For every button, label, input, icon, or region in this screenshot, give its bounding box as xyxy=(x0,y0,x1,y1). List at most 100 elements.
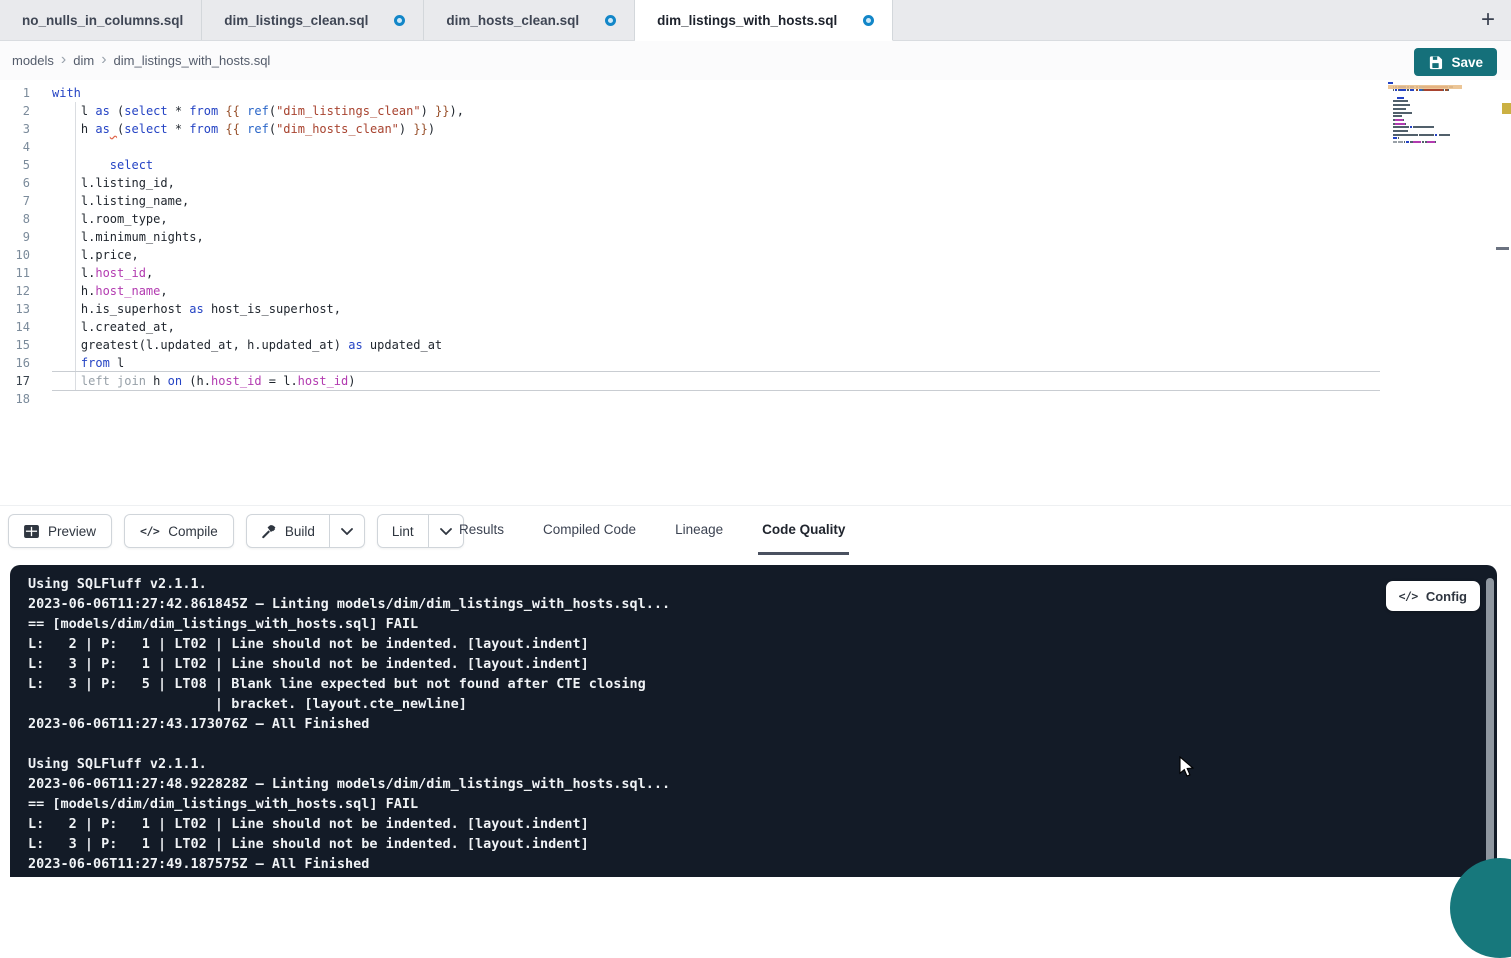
tab-dim-listings-clean-sql[interactable]: dim_listings_clean.sql xyxy=(202,0,424,40)
terminal-scrollbar[interactable] xyxy=(1486,578,1494,873)
code-token: l.price, xyxy=(52,248,139,262)
code-token: host_name xyxy=(95,284,160,298)
code-token: }} xyxy=(435,104,449,118)
compile-label: Compile xyxy=(168,524,218,539)
terminal-line: | bracket. [layout.cte_newline] xyxy=(28,694,1377,714)
chevron-down-icon xyxy=(341,528,353,535)
minimap-token xyxy=(1403,119,1404,121)
code-token: host_is_superhost, xyxy=(204,302,341,316)
new-tab-button[interactable]: + xyxy=(1471,0,1505,40)
code-line[interactable] xyxy=(52,390,1380,408)
tab-label: dim_hosts_clean.sql xyxy=(446,13,579,28)
results-tab-lineage[interactable]: Lineage xyxy=(671,506,727,555)
code-line[interactable]: h.is_superhost as host_is_superhost, xyxy=(52,300,1380,318)
terminal-output: Using SQLFluff v2.1.1.2023-06-06T11:27:4… xyxy=(28,574,1377,874)
minimap-line xyxy=(1388,112,1462,114)
code-token: * xyxy=(168,104,190,118)
code-line[interactable]: h.host_name, xyxy=(52,282,1380,300)
config-button[interactable]: </> Config xyxy=(1386,581,1480,611)
minimap-token xyxy=(1393,104,1410,106)
code-line[interactable]: select xyxy=(52,156,1380,174)
code-editor[interactable]: 123456789101112131415161718 with l as (s… xyxy=(0,80,1511,505)
code-token xyxy=(52,158,110,172)
minimap-token xyxy=(1393,112,1413,114)
code-line[interactable] xyxy=(52,138,1380,156)
line-number: 6 xyxy=(0,174,40,192)
breadcrumb-separator: › xyxy=(101,52,106,68)
code-line[interactable]: l.listing_name, xyxy=(52,192,1380,210)
code-line[interactable]: l.host_id, xyxy=(52,264,1380,282)
minimap-line xyxy=(1388,145,1462,147)
code-token: l. xyxy=(52,266,95,280)
code-token: left join xyxy=(52,374,146,388)
code-token xyxy=(52,356,81,370)
code-pane[interactable]: with l as (select * from {{ ref("dim_lis… xyxy=(52,84,1380,408)
tab-dim-hosts-clean-sql[interactable]: dim_hosts_clean.sql xyxy=(424,0,635,40)
code-token: ( xyxy=(110,104,124,118)
code-line[interactable]: l.room_type, xyxy=(52,210,1380,228)
code-line[interactable]: greatest(l.updated_at, h.updated_at) as … xyxy=(52,336,1380,354)
lint-button[interactable]: Lint xyxy=(378,515,428,547)
code-line[interactable]: from l xyxy=(52,354,1380,372)
compile-button[interactable]: </> Compile xyxy=(124,514,234,548)
minimap-token xyxy=(1399,89,1406,91)
code-token: host_id xyxy=(211,374,262,388)
results-tab-code-quality[interactable]: Code Quality xyxy=(758,506,849,555)
breadcrumb-item[interactable]: dim xyxy=(73,53,94,68)
code-token: l.listing_name, xyxy=(52,194,189,208)
line-number: 2 xyxy=(0,102,40,120)
tab-no-nulls-in-columns-sql[interactable]: no_nulls_in_columns.sql xyxy=(0,0,202,40)
code-token: h xyxy=(146,374,168,388)
scrollbar-warning-marker xyxy=(1502,103,1511,114)
modified-indicator-icon xyxy=(605,15,616,26)
build-dropdown-button[interactable] xyxy=(329,515,364,547)
terminal-panel: Using SQLFluff v2.1.1.2023-06-06T11:27:4… xyxy=(10,565,1497,877)
code-line[interactable]: left join h on (h.host_id = l.host_id) xyxy=(52,372,1380,390)
minimap-token xyxy=(1395,119,1403,121)
code-line[interactable]: l as (select * from {{ ref("dim_listings… xyxy=(52,102,1380,120)
minimap-line xyxy=(1388,119,1462,121)
line-number: 12 xyxy=(0,282,40,300)
minimap-token xyxy=(1393,134,1418,136)
minimap-token xyxy=(1413,126,1434,128)
action-buttons: Preview </> Compile Build xyxy=(8,514,464,548)
minimap-line xyxy=(1388,97,1462,99)
minimap[interactable] xyxy=(1388,82,1462,148)
breadcrumb-item[interactable]: models xyxy=(12,53,54,68)
results-tab-results[interactable]: Results xyxy=(455,506,508,555)
save-button[interactable]: Save xyxy=(1414,48,1497,76)
build-button[interactable]: Build xyxy=(247,515,329,547)
code-token: select xyxy=(124,122,167,136)
terminal-line: 2023-06-06T11:27:48.922828Z — Linting mo… xyxy=(28,774,1377,794)
code-token: as xyxy=(95,122,109,136)
config-label: Config xyxy=(1426,589,1467,604)
line-number: 1 xyxy=(0,84,40,102)
hammer-icon xyxy=(261,524,276,539)
terminal-line: L: 3 | P: 1 | LT02 | Line should not be … xyxy=(28,834,1377,854)
code-line[interactable]: h as (select * from {{ ref("dim_hosts_cl… xyxy=(52,120,1380,138)
tab-bar: no_nulls_in_columns.sqldim_listings_clea… xyxy=(0,0,1511,41)
breadcrumb-bar: models›dim›dim_listings_with_hosts.sql S… xyxy=(0,41,1511,80)
results-tab-compiled-code[interactable]: Compiled Code xyxy=(539,506,640,555)
code-line[interactable]: l.minimum_nights, xyxy=(52,228,1380,246)
line-number: 18 xyxy=(0,390,40,408)
code-line[interactable]: l.price, xyxy=(52,246,1380,264)
minimap-token xyxy=(1439,134,1451,136)
chevron-down-icon xyxy=(440,528,452,535)
breadcrumb-item[interactable]: dim_listings_with_hosts.sql xyxy=(114,53,271,68)
code-token: ) xyxy=(348,374,355,388)
code-line[interactable]: l.created_at, xyxy=(52,318,1380,336)
code-line[interactable]: l.listing_id, xyxy=(52,174,1380,192)
tab-dim-listings-with-hosts-sql[interactable]: dim_listings_with_hosts.sql xyxy=(635,0,893,41)
code-line[interactable]: with xyxy=(52,84,1380,102)
minimap-token xyxy=(1388,97,1397,99)
line-number: 3 xyxy=(0,120,40,138)
preview-button[interactable]: Preview xyxy=(8,514,112,548)
code-token: l.minimum_nights, xyxy=(52,230,204,244)
code-token: {{ xyxy=(225,104,239,118)
result-tabs: Results Compiled Code Lineage Code Quality xyxy=(455,506,849,555)
line-number: 7 xyxy=(0,192,40,210)
line-number: 9 xyxy=(0,228,40,246)
minimap-line xyxy=(1388,93,1462,95)
code-token: with xyxy=(52,86,81,100)
